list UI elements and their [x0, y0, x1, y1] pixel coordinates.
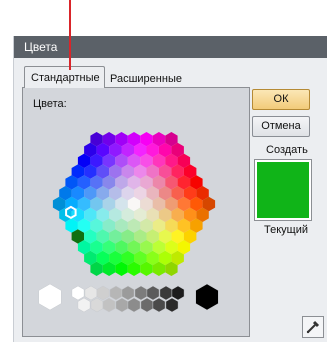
tab-standard-label: Стандартные	[31, 72, 100, 84]
gray-color-cell[interactable]	[127, 297, 141, 313]
tab-extended[interactable]: Расширенные	[110, 73, 182, 85]
eyedropper-button[interactable]	[302, 316, 324, 338]
tab-standard[interactable]: Стандартные	[24, 66, 105, 88]
annotation-marker	[69, 0, 71, 70]
dialog-title: Цвета	[24, 40, 58, 54]
eyedropper-icon	[306, 320, 320, 334]
cancel-button[interactable]: Отмена	[252, 116, 310, 137]
gray-color-cell[interactable]	[90, 297, 104, 313]
color-hexagon-palette[interactable]	[23, 88, 249, 336]
gray-color-cell[interactable]	[38, 283, 62, 311]
standard-colors-panel: Цвета:	[22, 87, 250, 337]
ok-button[interactable]: ОК	[252, 89, 310, 110]
color-preview-swatch	[254, 159, 312, 221]
gray-color-cell[interactable]	[115, 297, 129, 313]
current-color-label: Текущий	[264, 224, 308, 236]
gray-color-cell[interactable]	[165, 297, 179, 313]
gray-color-cell[interactable]	[140, 297, 154, 313]
title-bar[interactable]: Цвета	[14, 36, 327, 58]
gray-color-cell[interactable]	[84, 285, 98, 301]
gray-color-cell[interactable]	[102, 297, 116, 313]
gray-color-cell[interactable]	[121, 285, 135, 301]
gray-color-cell[interactable]	[152, 297, 166, 313]
gray-color-cell[interactable]	[134, 285, 148, 301]
gray-color-cell[interactable]	[71, 285, 85, 301]
gray-color-cell[interactable]	[109, 285, 123, 301]
new-color-label: Создать	[266, 144, 308, 156]
colors-dialog: Цвета Стандартные Расширенные Цвета: ОК …	[14, 36, 327, 342]
gray-color-cell[interactable]	[195, 283, 219, 311]
gray-color-cell[interactable]	[146, 285, 160, 301]
gray-color-cell[interactable]	[171, 285, 185, 301]
gray-color-cell[interactable]	[159, 285, 173, 301]
gray-color-cell[interactable]	[96, 285, 110, 301]
gray-color-cell[interactable]	[77, 297, 91, 313]
